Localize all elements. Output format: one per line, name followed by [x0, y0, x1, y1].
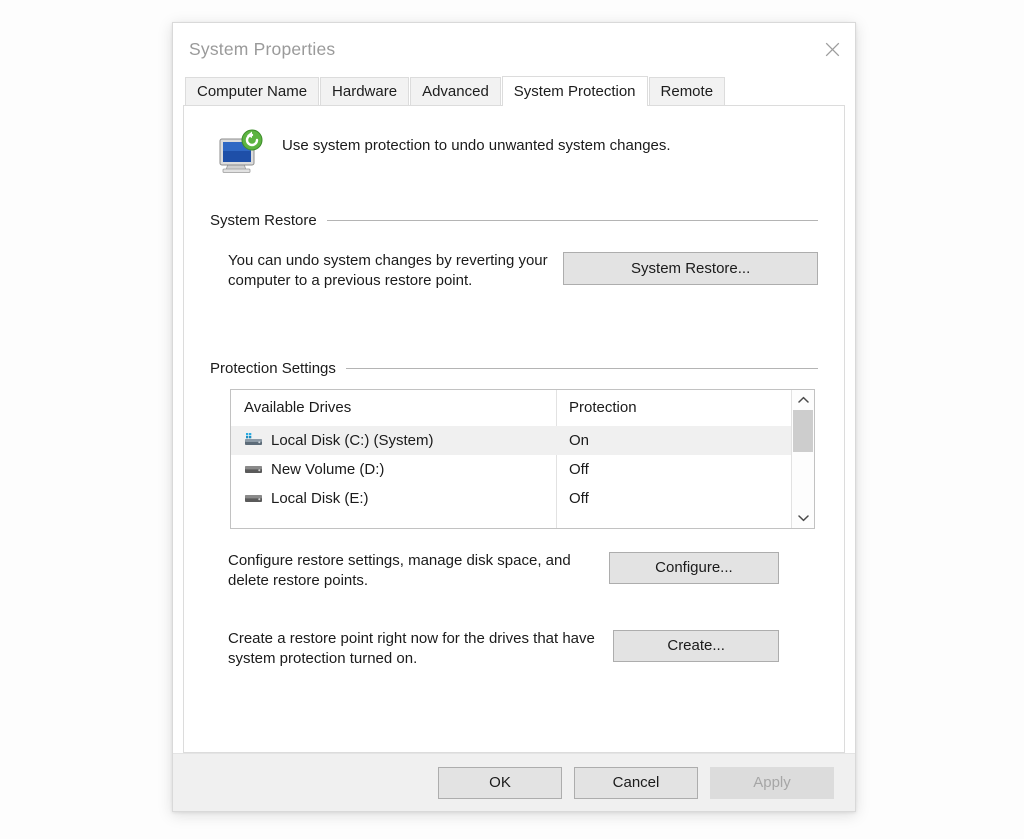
- create-row: Create a restore point right now for the…: [210, 629, 818, 670]
- configure-description: Configure restore settings, manage disk …: [228, 551, 571, 590]
- scrollbar-thumb[interactable]: [793, 409, 813, 452]
- configure-button[interactable]: Configure...: [608, 551, 779, 584]
- protection-settings-group-label: Protection Settings: [210, 359, 336, 377]
- dialog-footer: OK Cancel Apply: [173, 753, 855, 811]
- drives-list-scrollbar[interactable]: [791, 389, 814, 528]
- scroll-up-button[interactable]: [792, 390, 814, 410]
- system-restore-group-label: System Restore: [210, 212, 317, 229]
- drive-icon: [244, 461, 264, 477]
- table-row[interactable]: Local Disk (C:) (System) On: [231, 425, 791, 455]
- drive-protection-cell: Off: [569, 460, 589, 478]
- system-properties-dialog: System Properties Computer Name Hardware…: [172, 22, 856, 812]
- drive-name-cell: New Volume (D:): [231, 461, 556, 478]
- column-header-protection[interactable]: Protection: [556, 399, 637, 416]
- create-description: Create a restore point right now for the…: [228, 629, 595, 667]
- configure-row: Configure restore settings, manage disk …: [210, 551, 818, 592]
- drives-list-body: Available Drives Protection Local Disk (…: [231, 389, 791, 528]
- close-button[interactable]: [809, 23, 855, 75]
- table-row[interactable]: New Volume (D:) Off: [231, 455, 791, 484]
- system-restore-description: You can undo system changes by reverting…: [228, 252, 548, 290]
- tab-computer-name[interactable]: Computer Name: [185, 77, 320, 105]
- intro-section: Use system protection to undo unwanted s…: [210, 106, 818, 178]
- drive-label: Local Disk (C:) (System): [271, 431, 434, 449]
- system-protection-panel: Use system protection to undo unwanted s…: [183, 105, 845, 753]
- system-restore-button[interactable]: System Restore...: [563, 252, 818, 285]
- tab-hardware[interactable]: Hardware: [320, 77, 410, 105]
- system-drive-icon: [244, 432, 264, 448]
- protection-settings-group-header: Protection Settings: [210, 360, 818, 377]
- tab-system-protection[interactable]: System Protection: [501, 76, 648, 106]
- chevron-down-icon: [797, 509, 809, 527]
- create-button[interactable]: Create...: [613, 629, 779, 662]
- drive-label: Local Disk (E:): [271, 489, 369, 507]
- ok-button[interactable]: OK: [438, 766, 562, 799]
- group-divider: [326, 220, 818, 221]
- scrollbar-track[interactable]: [792, 409, 814, 508]
- drive-protection-cell: Off: [569, 489, 589, 507]
- group-divider: [345, 367, 818, 369]
- drive-protection-cell: On: [569, 431, 590, 449]
- table-row[interactable]: Local Disk (E:) Off: [231, 484, 791, 513]
- close-icon: [825, 42, 840, 57]
- drive-name-cell: Local Disk (C:) (System): [231, 432, 556, 449]
- column-header-available-drives[interactable]: Available Drives: [231, 399, 556, 416]
- tab-remote[interactable]: Remote: [648, 77, 726, 105]
- intro-text: Use system protection to undo unwanted s…: [282, 137, 671, 154]
- drive-label: New Volume (D:): [271, 460, 385, 478]
- tab-strip: Computer Name Hardware Advanced System P…: [173, 75, 855, 106]
- apply-button: Apply: [710, 766, 834, 799]
- tab-advanced[interactable]: Advanced: [410, 77, 501, 105]
- system-restore-row: You can undo system changes by reverting…: [210, 251, 818, 292]
- cancel-button[interactable]: Cancel: [574, 766, 698, 799]
- chevron-up-icon: [797, 391, 809, 409]
- scroll-down-button[interactable]: [792, 508, 814, 528]
- system-restore-group-header: System Restore: [210, 212, 818, 229]
- available-drives-list[interactable]: Available Drives Protection Local Disk (…: [230, 388, 815, 529]
- window-title: System Properties: [189, 38, 336, 59]
- drive-name-cell: Local Disk (E:): [231, 490, 556, 507]
- drive-icon: [244, 490, 264, 506]
- title-bar: System Properties: [173, 23, 855, 75]
- system-protection-computer-icon: [214, 124, 268, 178]
- drives-list-header: Available Drives Protection: [231, 390, 791, 426]
